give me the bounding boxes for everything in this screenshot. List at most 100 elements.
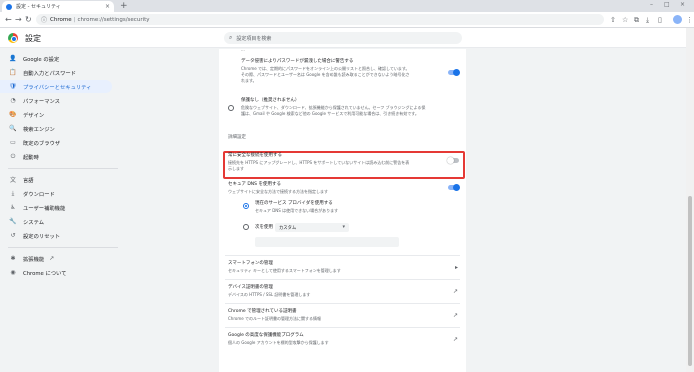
palette-icon: 🎨	[9, 111, 17, 118]
search-icon: ⌕	[229, 34, 233, 41]
search-placeholder: 設定項目を検索	[236, 35, 272, 42]
settings-search-input[interactable]: ⌕ 設定項目を検索	[224, 32, 462, 44]
sidebar-item-appearance[interactable]: 🎨 デザイン	[0, 108, 112, 121]
bookmark-star-icon[interactable]: ☆	[622, 16, 628, 24]
chrome-certs-desc: Chrome でのルート証明書の管理方法に関する情報	[228, 316, 321, 321]
breach-warning-toggle[interactable]	[448, 69, 460, 76]
sidebar-item-on-startup[interactable]: ⏻ 起動時	[0, 150, 112, 163]
divider	[225, 303, 460, 304]
shield-icon: 🛡	[9, 83, 17, 90]
side-panel-icon[interactable]: ▯	[658, 16, 662, 24]
open-external-icon[interactable]: ↗	[453, 312, 458, 319]
custom-provider-label: 次を使用	[255, 225, 273, 230]
menu-icon[interactable]: ⋮	[686, 16, 693, 24]
sidebar-item-label: 言語	[23, 177, 34, 184]
sidebar-item-performance[interactable]: ◔ パフォーマンス	[0, 94, 112, 107]
secure-dns-title: セキュア DNS を使用する	[228, 182, 281, 187]
new-tab-button[interactable]: +	[120, 1, 128, 11]
extensions-icon[interactable]: ⧉	[634, 16, 639, 24]
tab-close-icon[interactable]: ×	[105, 3, 110, 10]
secure-dns-desc: ウェブサイトに安全な方法で接続する方法を指定します	[228, 189, 328, 194]
divider	[225, 279, 460, 280]
sidebar-item-accessibility[interactable]: ♿ ユーザー補助機能	[0, 201, 112, 214]
share-icon[interactable]: ⇧	[610, 16, 616, 24]
sidebar-divider	[8, 168, 118, 169]
omnibox-separator: |	[73, 16, 76, 23]
clipboard-icon: 📋	[9, 69, 17, 76]
breach-warning-title: データ侵害によりパスワードが漏洩した場合に警告する	[241, 59, 354, 64]
breach-warning-desc: その際、パスワードとユーザー名は Google を含め誰も読み取ることができない…	[241, 72, 410, 77]
puzzle-icon: ✱	[10, 255, 16, 262]
chevron-down-icon: ▾	[342, 224, 345, 230]
no-protection-desc: 危険なウェブサイト、ダウンロード、拡張機能から保護されていません。セーフ ブラウ…	[241, 105, 426, 110]
open-external-icon: ↗	[49, 255, 55, 262]
manage-certs-title[interactable]: デバイス証明書の管理	[228, 285, 273, 291]
sidebar-item-label: 検索エンジン	[23, 126, 55, 133]
sidebar-item-system[interactable]: 🔧 システム	[0, 215, 112, 228]
power-icon: ⏻	[10, 152, 16, 160]
sidebar-item-label: ダウンロード	[23, 191, 55, 198]
accessibility-icon: ♿	[10, 204, 16, 211]
page-scrollbar-thumb[interactable]	[688, 196, 692, 366]
site-info-icon[interactable]: ⓘ	[41, 15, 47, 24]
sidebar-item-google[interactable]: 👤 Google の設定	[0, 52, 112, 65]
sidebar-item-autofill[interactable]: 📋 自動入力とパスワード	[0, 66, 112, 79]
sidebar-item-label: 自動入力とパスワード	[23, 70, 76, 77]
profile-avatar[interactable]	[673, 15, 682, 24]
current-provider-title: 現在のサービス プロバイダを使用する	[255, 201, 333, 206]
reload-button[interactable]: ↻	[25, 15, 32, 25]
sidebar-divider	[8, 247, 118, 248]
manage-phone-desc: セキュリティ キーとして使用するスマートフォンを管理します	[228, 268, 341, 273]
https-toggle[interactable]	[447, 157, 459, 164]
manage-certs-desc: デバイスの HTTPS / SSL 証明書を管理します	[228, 292, 311, 297]
minimize-button[interactable]: –	[650, 1, 653, 8]
tab-settings-security[interactable]: 設定 - セキュリティ ×	[2, 1, 114, 12]
truncated-text: ...	[241, 49, 245, 52]
chrome-icon: ◉	[10, 269, 16, 276]
address-bar[interactable]: ⓘ Chrome | chrome://settings/security	[36, 14, 604, 25]
open-external-icon[interactable]: ↗	[453, 336, 458, 343]
back-button[interactable]: ←	[5, 15, 12, 25]
breach-warning-desc: れます。	[241, 78, 257, 83]
chrome-certs-title[interactable]: Chrome で管理されている証明書	[228, 309, 296, 315]
sidebar-item-label: 拡張機能	[23, 256, 45, 263]
settings-favicon-icon	[6, 3, 12, 10]
browser-toolbar: ← → ↻ ⓘ Chrome | chrome://settings/secur…	[0, 12, 694, 28]
forward-button[interactable]: →	[15, 15, 22, 25]
manage-phone-title[interactable]: スマートフォンの管理	[228, 261, 273, 267]
sidebar-item-label: 設定のリセット	[23, 233, 61, 240]
advanced-protection-title[interactable]: Google の高度な保護機能プログラム	[228, 333, 304, 339]
sidebar-item-label: システム	[23, 219, 45, 226]
custom-provider-radio[interactable]	[243, 224, 249, 230]
open-external-icon[interactable]: ↗	[453, 288, 458, 295]
no-protection-desc: 護は、Gmail や Google 検索など他の Google サービスで利用可…	[241, 111, 419, 116]
custom-dns-input[interactable]	[255, 237, 399, 247]
maximize-button[interactable]: □	[664, 1, 670, 8]
current-provider-desc: セキュア DNS は使用できない場合があります	[255, 208, 339, 213]
downloads-icon[interactable]: ⤓	[646, 16, 649, 24]
sidebar-item-about-chrome[interactable]: ◉ Chrome について	[0, 266, 112, 279]
secure-dns-toggle[interactable]	[448, 184, 460, 191]
divider	[225, 327, 460, 328]
search-icon: 🔍	[9, 125, 17, 132]
dns-provider-select[interactable]: カスタム ▾	[275, 223, 349, 232]
sidebar-item-languages[interactable]: 文 言語	[0, 173, 112, 186]
sidebar-item-reset[interactable]: ↺ 設定のリセット	[0, 229, 112, 242]
sidebar-item-label: プライバシーとセキュリティ	[23, 84, 92, 91]
chrome-logo-icon	[8, 33, 18, 43]
browser-icon: ▭	[10, 139, 16, 146]
sidebar-item-extensions[interactable]: ✱ 拡張機能 ↗	[0, 252, 112, 265]
sidebar-item-downloads[interactable]: ⤓ ダウンロード	[0, 187, 112, 200]
speedometer-icon: ◔	[10, 97, 16, 104]
sidebar-item-search-engine[interactable]: 🔍 検索エンジン	[0, 122, 112, 135]
omnibox-site-label: Chrome	[50, 16, 72, 23]
sidebar-item-privacy-security[interactable]: 🛡 プライバシーとセキュリティ	[0, 80, 112, 93]
https-desc: 示します	[228, 166, 244, 171]
sidebar-item-default-browser[interactable]: ▭ 既定のブラウザ	[0, 136, 112, 149]
close-window-button[interactable]: ×	[680, 1, 685, 8]
dns-provider-value: カスタム	[279, 226, 297, 231]
current-provider-radio[interactable]	[243, 203, 249, 209]
no-protection-radio[interactable]	[228, 105, 234, 111]
page-title: 設定	[25, 34, 41, 43]
chevron-right-icon[interactable]: ▸	[455, 264, 458, 271]
